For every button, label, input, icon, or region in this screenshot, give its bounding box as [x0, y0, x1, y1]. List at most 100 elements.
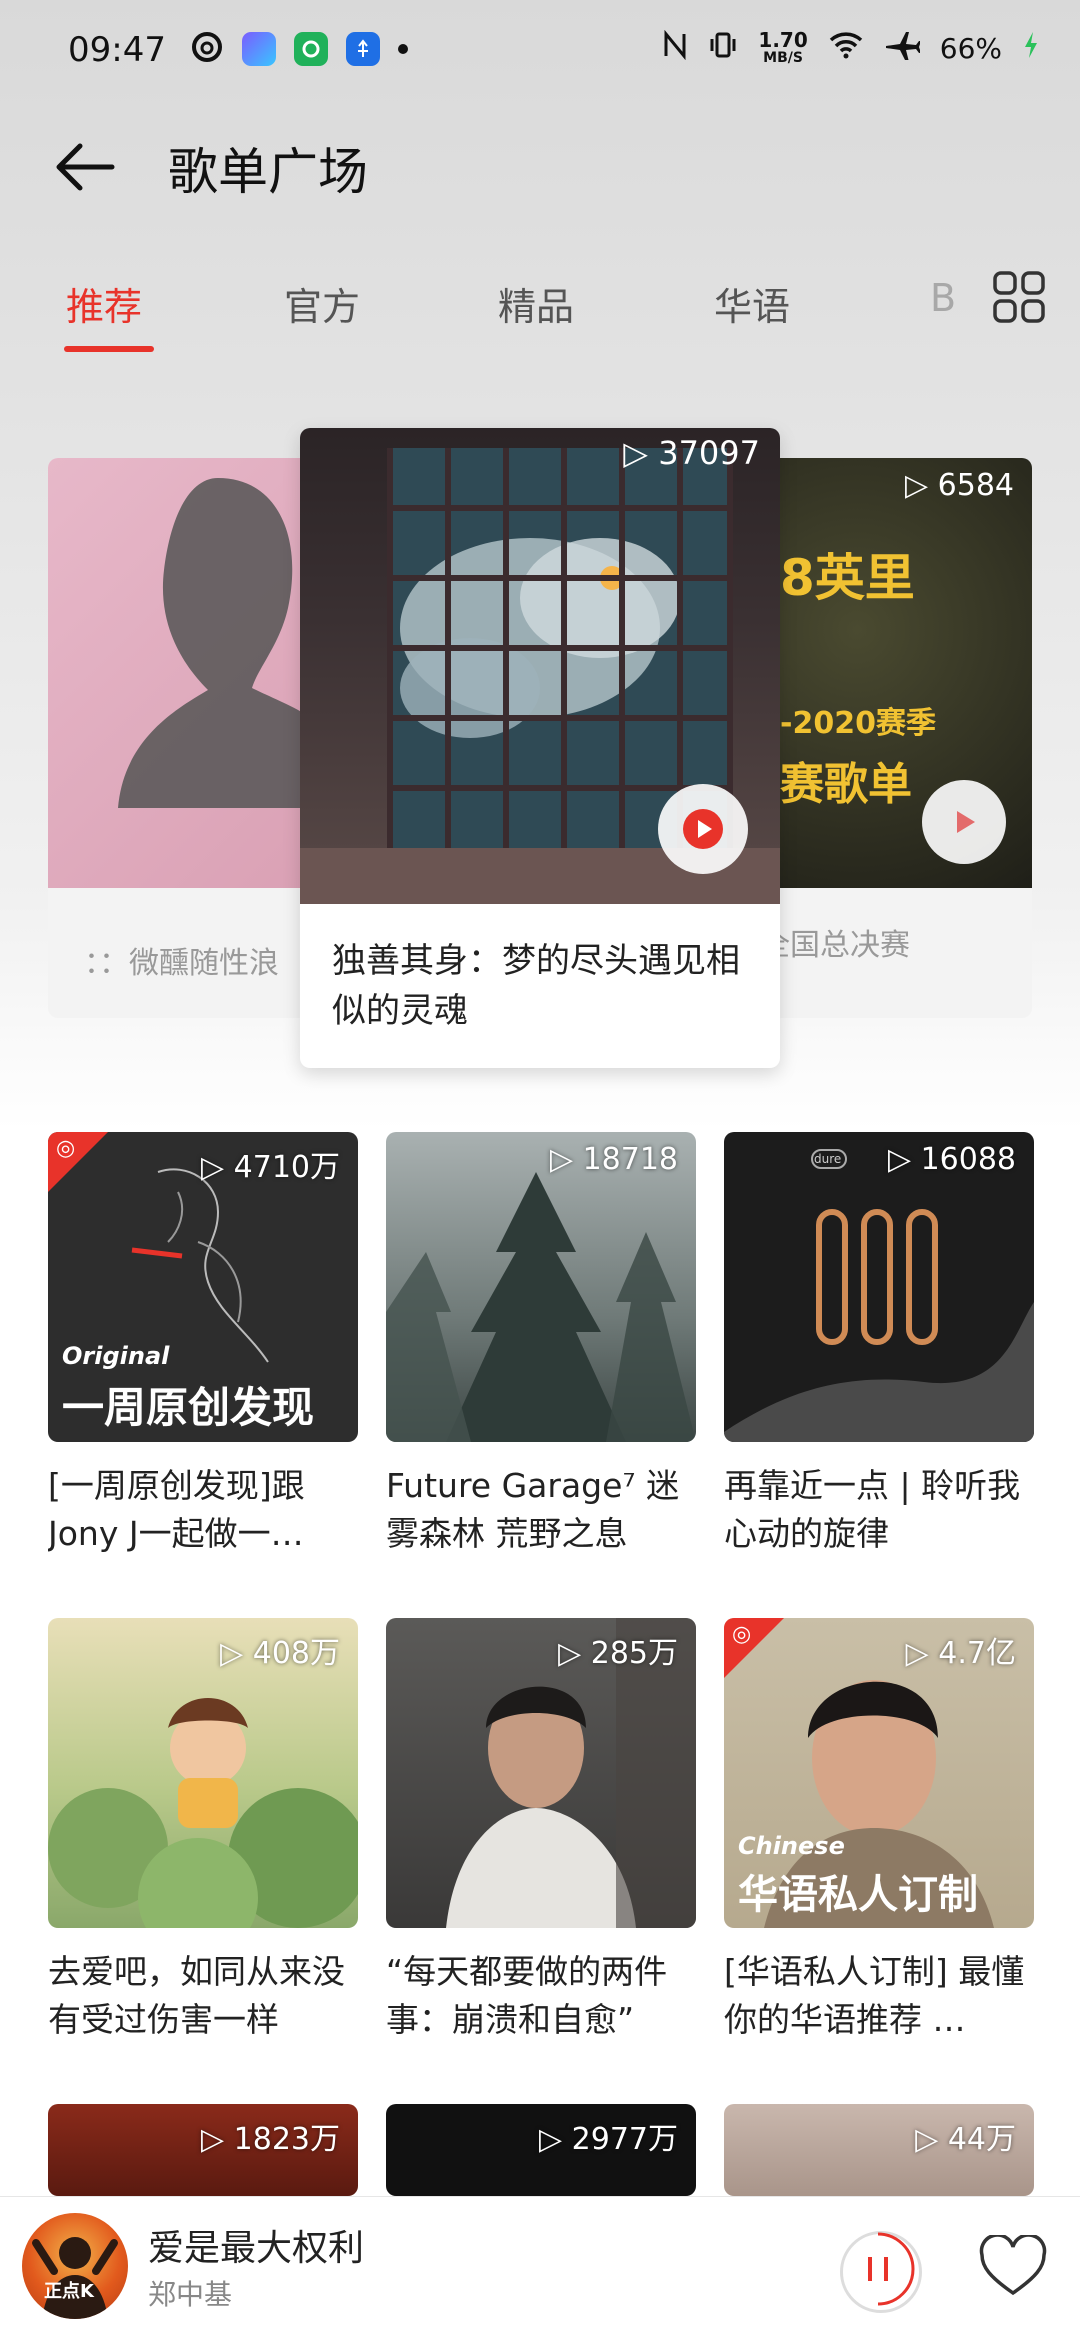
carousel-card-right[interactable]: 8英里 -2020赛季 赛歌单 ▷ 6584 全国总决赛 [740, 458, 1032, 1018]
carousel-left-caption: ：：微醺随性浪 [84, 946, 279, 981]
cover-logo-text: 正点K [44, 2281, 94, 2302]
playlist-plays-value: 408万 [252, 1636, 340, 1671]
playlist-cover: ▷ 285万 [386, 1618, 696, 1928]
playlist-cover: ▷ 44万 [724, 2104, 1034, 2196]
playlist-card[interactable]: ▷ 1823万 [48, 2104, 358, 2196]
dot-icon [398, 44, 408, 54]
charging-icon [1022, 30, 1040, 67]
net-speed-value: 1.70 [758, 27, 808, 52]
playlist-plays: ▷ 44万 [915, 2122, 1016, 2157]
cover-label-small: Original [62, 1342, 170, 1370]
playlist-card[interactable]: ▷ 16088 dure 再靠近一点 | 聆听我心动的旋律 [724, 1132, 1034, 1558]
playlist-plays-value: 2977万 [571, 2122, 678, 2157]
playlist-title: 再靠近一点 | 聆听我心动的旋律 [724, 1466, 1021, 1553]
playlist-cover: ▷ 16088 dure [724, 1132, 1034, 1442]
carousel-center-plays-value: 37097 [658, 434, 760, 472]
system-status: 1.70 MB/S 66% [662, 30, 1040, 67]
usb-icon [346, 32, 380, 66]
tab-official[interactable]: 官方 [284, 276, 360, 331]
carousel-right-cover-title: 8英里 [780, 549, 915, 607]
playlist-plays-value: 4710万 [233, 1150, 340, 1185]
playlist-plays: ▷ 285万 [558, 1636, 678, 1671]
playlist-plays: ▷ 1823万 [201, 2122, 340, 2157]
netease-icon [190, 30, 224, 68]
vibrate-icon [708, 30, 738, 67]
pause-icon [868, 2232, 915, 2306]
carousel-center-caption: 独善其身：梦的尽头遇见相似的灵魂 [332, 941, 740, 1031]
playlist-plays-value: 1823万 [233, 2122, 340, 2157]
carousel-center-plays: ▷ 37097 [623, 434, 760, 472]
cover-tag: dure [814, 1152, 842, 1166]
category-tabs: 推荐 官方 精品 华语 B [0, 262, 1080, 362]
now-playing-cover[interactable]: 正点K [22, 2213, 128, 2319]
carousel-right-cover-season: -2020赛季 [780, 706, 936, 741]
playlist-cover: ▷ 1823万 [48, 2104, 358, 2196]
tab-premium[interactable]: 精品 [498, 276, 574, 331]
play-icon [957, 811, 975, 833]
playlist-plays-value: 44万 [947, 2122, 1016, 2157]
playlist-cover: ◎ ▷ 4710万 Original 一周原创发现 [48, 1132, 358, 1442]
cover-label-big: 一周原创发现 [62, 1383, 315, 1432]
playlist-title: “每天都要做的两件事：崩溃和自愈” [386, 1952, 668, 2039]
playlist-card[interactable]: ▷ 44万 [724, 2104, 1034, 2196]
now-playing-artist: 郑中基 [148, 2278, 233, 2311]
playlist-card[interactable]: ▷ 18718 Future Garage⁷ 迷雾森林 荒野之息 [386, 1132, 696, 1558]
wifi-icon [828, 30, 864, 67]
airplane-icon [884, 30, 921, 67]
playlist-title: 去爱吧，如同从来没有受过伤害一样 [48, 1952, 345, 2039]
carousel-card-center[interactable]: ▷ 37097 独善其身：梦的尽头遇见相似的灵魂 [300, 428, 780, 1068]
playlist-plays: ▷ 2977万 [539, 2122, 678, 2157]
cover-label-big: 华语私人订制 [738, 1872, 978, 1918]
carousel-right-plays: ▷ 6584 [905, 468, 1014, 503]
playlist-plays: ▷ 4.7亿 [905, 1636, 1016, 1671]
battery-text: 66% [939, 32, 1002, 65]
carousel-right-caption: 全国总决赛 [760, 928, 910, 963]
tab-recommend[interactable]: 推荐 [66, 276, 142, 331]
carousel-center-play-button[interactable] [658, 784, 748, 874]
playlist-cover: ▷ 18718 [386, 1132, 696, 1442]
play-icon [683, 809, 723, 849]
all-categories-grid-icon[interactable] [992, 270, 1046, 324]
playlist-plays-value: 16088 [920, 1142, 1016, 1177]
playlist-plays: ▷ 408万 [220, 1636, 340, 1671]
cover-label-small: Chinese [738, 1832, 845, 1860]
playlist-plays-value: 18718 [582, 1142, 678, 1177]
tab-more-partial[interactable]: B [930, 276, 960, 320]
playlist-card[interactable]: ▷ 2977万 [386, 2104, 696, 2196]
playlist-cover: ▷ 2977万 [386, 2104, 696, 2196]
carousel-right-plays-value: 6584 [937, 468, 1014, 503]
net-speed-unit: MB/S [763, 49, 803, 66]
back-arrow-icon[interactable] [50, 132, 120, 202]
net-speed: 1.70 MB/S [758, 27, 808, 67]
active-tab-indicator [64, 346, 154, 352]
pause-button[interactable] [840, 2231, 922, 2313]
now-playing-title: 爱是最大权利 [148, 2228, 365, 2269]
playlist-plays-value: 4.7亿 [938, 1636, 1016, 1671]
page-header: 歌单广场 [0, 110, 1080, 220]
carousel-right-play-button[interactable] [922, 780, 1006, 864]
playlist-card[interactable]: ▷ 408万 去爱吧，如同从来没有受过伤害一样 [48, 1618, 358, 2044]
playlist-plays: ▷ 18718 [549, 1142, 678, 1177]
playlist-card[interactable]: ◎ ▷ 4710万 Original 一周原创发现 [一周原创发现]跟Jony … [48, 1132, 358, 1558]
tab-chinese[interactable]: 华语 [714, 276, 790, 331]
app-icon [294, 32, 328, 66]
playlist-title: [华语私人订制] 最懂你的华语推荐 … [724, 1952, 1025, 2039]
playlist-cover: ▷ 408万 [48, 1618, 358, 1928]
playlist-title: Future Garage⁷ 迷雾森林 荒野之息 [386, 1466, 680, 1553]
carousel-right-cover-subtitle: 赛歌单 [780, 759, 912, 810]
playlist-plays: ▷ 16088 [887, 1142, 1016, 1177]
playlist-card[interactable]: ◎ ▷ 4.7亿 Chinese 华语私人订制 [华语私人订制] 最懂你的华语推… [724, 1618, 1034, 2044]
status-time: 09:47 [68, 30, 166, 70]
page-title: 歌单广场 [168, 143, 368, 201]
playlist-card[interactable]: ▷ 285万 “每天都要做的两件事：崩溃和自愈” [386, 1618, 696, 2044]
notification-icons [190, 30, 408, 68]
nfc-icon [662, 29, 688, 67]
playlist-plays: ▷ 4710万 [201, 1150, 340, 1185]
playlist-plays-value: 285万 [590, 1636, 678, 1671]
mini-player[interactable]: 正点K 爱是最大权利 郑中基 [0, 2196, 1080, 2341]
ai-icon [242, 32, 276, 66]
playlist-cover: ◎ ▷ 4.7亿 Chinese 华语私人订制 [724, 1618, 1034, 1928]
heart-icon[interactable] [978, 2233, 1048, 2299]
status-bar: 09:47 1.70 MB/S 66% [0, 0, 1080, 100]
playlist-title: [一周原创发现]跟Jony J一起做一… [48, 1466, 305, 1553]
